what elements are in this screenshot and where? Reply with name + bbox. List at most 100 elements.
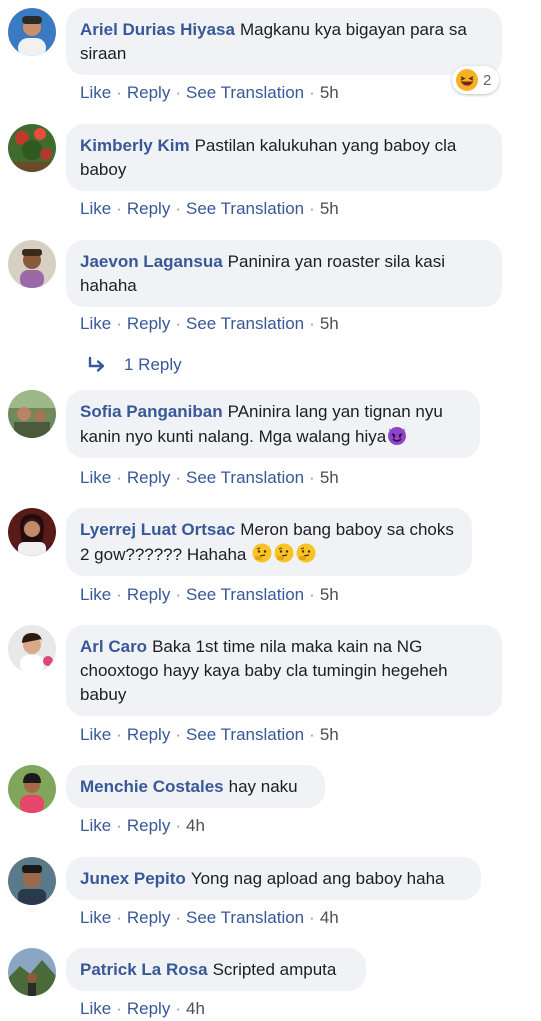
smiling-devil-emoji-icon — [388, 427, 407, 445]
separator: · — [116, 585, 122, 604]
timestamp[interactable]: 5h — [320, 725, 339, 744]
see-translation-link[interactable]: See Translation — [186, 725, 304, 744]
comment-author[interactable]: Kimberly Kim — [80, 136, 190, 155]
separator: · — [116, 314, 122, 333]
separator: · — [309, 314, 315, 333]
separator: · — [116, 816, 122, 835]
reply-link[interactable]: Reply — [127, 725, 170, 744]
timestamp[interactable]: 4h — [186, 999, 205, 1018]
reply-link[interactable]: Reply — [127, 999, 170, 1018]
thinking-face-emoji-icon — [252, 543, 272, 563]
separator: · — [309, 83, 315, 102]
avatar[interactable] — [8, 8, 56, 56]
comment-author[interactable]: Sofia Panganiban — [80, 402, 223, 421]
comment-author[interactable]: Jaevon Lagansua — [80, 252, 223, 271]
comment-actions: Like · Reply · See Translation · 5h — [80, 467, 339, 489]
comment-actions: Like · Reply · See Translation · 4h — [80, 907, 339, 929]
separator: · — [116, 908, 122, 927]
separator: · — [175, 725, 181, 744]
comment-text: Scripted amputa — [212, 960, 337, 979]
separator: · — [175, 314, 181, 333]
like-link[interactable]: Like — [80, 999, 111, 1018]
reply-link[interactable]: Reply — [127, 199, 170, 218]
thinking-face-emoji-icon — [296, 543, 316, 563]
see-translation-link[interactable]: See Translation — [186, 314, 304, 333]
comment-author[interactable]: Patrick La Rosa — [80, 960, 208, 979]
avatar[interactable] — [8, 508, 56, 556]
avatar[interactable] — [8, 857, 56, 905]
view-replies-link[interactable]: 1 Reply — [86, 355, 182, 375]
thinking-face-emoji-icon — [274, 543, 294, 563]
see-translation-link[interactable]: See Translation — [186, 908, 304, 927]
timestamp[interactable]: 5h — [320, 314, 339, 333]
comment-actions: Like · Reply · See Translation · 5h — [80, 724, 339, 746]
comment-author[interactable]: Ariel Durias Hiyasa — [80, 20, 235, 39]
avatar[interactable] — [8, 240, 56, 288]
comment-bubble: Jaevon Lagansua Paninira yan roaster sila… — [66, 240, 502, 307]
timestamp[interactable]: 5h — [320, 83, 339, 102]
comment-author[interactable]: Arl Caro — [80, 637, 147, 656]
like-link[interactable]: Like — [80, 468, 111, 487]
comment-actions: Like · Reply · See Translation · 5h — [80, 82, 339, 104]
replies-count: 1 Reply — [124, 355, 182, 374]
timestamp[interactable]: 4h — [320, 908, 339, 927]
separator: · — [175, 999, 181, 1018]
reply-link[interactable]: Reply — [127, 585, 170, 604]
comment-bubble: Arl Caro Baka 1st time nila maka kain na … — [66, 625, 502, 716]
like-link[interactable]: Like — [80, 725, 111, 744]
timestamp[interactable]: 5h — [320, 468, 339, 487]
separator: · — [175, 585, 181, 604]
comment-author[interactable]: Junex Pepito — [80, 869, 186, 888]
comment-actions: Like · Reply · See Translation · 5h — [80, 198, 339, 220]
reaction-summary[interactable]: 2 — [452, 66, 500, 94]
laughing-emoji-icon — [456, 69, 478, 91]
avatar[interactable] — [8, 948, 56, 996]
reply-link[interactable]: Reply — [127, 83, 170, 102]
separator: · — [309, 199, 315, 218]
comment-bubble: Junex Pepito Yong nag apload ang baboy ha… — [66, 857, 481, 900]
comment-actions: Like · Reply · See Translation · 5h — [80, 584, 339, 606]
like-link[interactable]: Like — [80, 199, 111, 218]
separator: · — [175, 908, 181, 927]
avatar[interactable] — [8, 625, 56, 673]
reaction-count: 2 — [483, 71, 492, 89]
separator: · — [175, 468, 181, 487]
separator: · — [116, 468, 122, 487]
separator: · — [175, 199, 181, 218]
avatar[interactable] — [8, 390, 56, 438]
separator: · — [309, 585, 315, 604]
timestamp[interactable]: 4h — [186, 816, 205, 835]
see-translation-link[interactable]: See Translation — [186, 585, 304, 604]
see-translation-link[interactable]: See Translation — [186, 83, 304, 102]
like-link[interactable]: Like — [80, 314, 111, 333]
separator: · — [309, 908, 315, 927]
timestamp[interactable]: 5h — [320, 199, 339, 218]
like-link[interactable]: Like — [80, 816, 111, 835]
avatar[interactable] — [8, 765, 56, 813]
comment-author[interactable]: Menchie Costales — [80, 777, 224, 796]
comment-actions: Like · Reply · See Translation · 5h — [80, 313, 339, 335]
like-link[interactable]: Like — [80, 585, 111, 604]
separator: · — [116, 83, 122, 102]
see-translation-link[interactable]: See Translation — [186, 468, 304, 487]
comment-actions: Like · Reply · 4h — [80, 815, 205, 837]
reply-link[interactable]: Reply — [127, 314, 170, 333]
separator: · — [309, 468, 315, 487]
comment-bubble: Kimberly Kim Pastilan kalukuhan yang babo… — [66, 124, 502, 191]
avatar[interactable] — [8, 124, 56, 172]
comment-bubble: Patrick La Rosa Scripted amputa — [66, 948, 366, 991]
separator: · — [309, 725, 315, 744]
comment-text: Yong nag apload ang baboy haha — [190, 869, 445, 888]
reply-link[interactable]: Reply — [127, 816, 170, 835]
like-link[interactable]: Like — [80, 83, 111, 102]
timestamp[interactable]: 5h — [320, 585, 339, 604]
reply-link[interactable]: Reply — [127, 468, 170, 487]
comment-bubble: Menchie Costales hay naku — [66, 765, 325, 808]
comment-author[interactable]: Lyerrej Luat Ortsac — [80, 520, 235, 539]
see-translation-link[interactable]: See Translation — [186, 199, 304, 218]
like-link[interactable]: Like — [80, 908, 111, 927]
separator: · — [175, 816, 181, 835]
reply-link[interactable]: Reply — [127, 908, 170, 927]
comment-bubble: Lyerrej Luat Ortsac Meron bang baboy sa c… — [66, 508, 472, 576]
comment-bubble: Sofia Panganiban PAninira lang yan tignan… — [66, 390, 480, 458]
